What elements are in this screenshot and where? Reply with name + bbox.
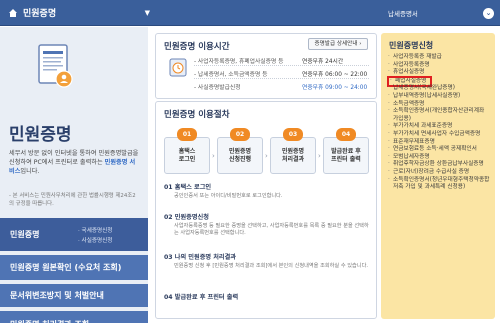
hours-row-time: 연중무휴 24시간 <box>302 59 344 65</box>
service-hours-title: 민원증명 이용시간 <box>164 42 230 52</box>
left-menu-certificate-label: 민원증명 <box>10 230 40 239</box>
procedure-title: 민원증명 이용절차 <box>164 110 230 120</box>
procedure-item: 01 홈택스 로그인 공인인증서 또는 아이디/비밀번호로 로그인합니다. <box>164 182 370 200</box>
service-hours-box: 민원증명 이용시간 증명발급 상세안내 › - 사업자등록증명, 휴폐업사실증명… <box>155 33 377 99</box>
procedure-item: 04 발급완료 후 프린터 출력 <box>164 292 370 303</box>
apply-item[interactable]: 사업자등록증 재발급 <box>387 54 491 62</box>
step-line: 처리결과 <box>281 156 305 163</box>
clock-icon <box>169 58 187 77</box>
apply-panel-title: 민원증명신청 <box>389 41 434 50</box>
left-desc-end: 입니다. <box>20 168 40 175</box>
step-body: 홈택스 로그인 <box>164 137 210 174</box>
top-title-label: 민원증명 <box>23 9 57 19</box>
apply-item[interactable]: 표준재무제표증명 <box>387 139 491 147</box>
left-menu-original-check[interactable]: 민원증명 원본확인 (수요처 조회) <box>0 254 148 280</box>
hours-row-time: 연중무휴 09:00 ~ 24:00 <box>302 85 368 91</box>
step-number: 01 <box>177 128 197 141</box>
apply-item[interactable]: 납세증명서(국세완납증명) <box>387 85 491 93</box>
step-number: 02 <box>230 128 250 141</box>
apply-item[interactable]: 부가가치세 면세사업자 수입금액증명 <box>387 131 491 139</box>
procedure-item: 02 민원증명신청 사업자등록증명 등 필요한 증명을 선택하고, 사업자등록번… <box>164 212 370 237</box>
step-card: 홈택스 로그인 01 <box>164 128 210 174</box>
apply-list: 사업자등록증 재발급 사업자등록증명 휴업사실증명 폐업사실증명 납세증명서(국… <box>386 54 491 192</box>
step-card: 민원증명 처리결과 03 <box>270 128 316 174</box>
apply-item[interactable]: 소득확인증명서(청년우대형주택청약종합저축 가입 및 과세특례 신청용) <box>387 177 491 192</box>
left-menu-result-inquiry[interactable]: 민원증명 처리결과 조회 <box>0 310 148 323</box>
left-title: 민원증명 <box>9 125 72 145</box>
top-right-select[interactable]: 납세증명서 ⌄ <box>388 4 494 22</box>
apply-item[interactable]: 취업후학자금상환 상환금납부사실증명 <box>387 161 491 169</box>
home-icon <box>9 8 17 17</box>
arrow-right-icon: › <box>318 152 321 160</box>
apply-item[interactable]: 부가가치세 과세표준증명 <box>387 123 491 131</box>
step-line: 신청진행 <box>228 156 252 163</box>
left-menu-certificate[interactable]: 민원증명 · 국세증명신청 · 사실증명신청 <box>0 217 148 251</box>
step-number: 04 <box>336 128 356 141</box>
submenu-fact-certificate[interactable]: · 사실증명신청 <box>78 236 112 246</box>
apply-item[interactable]: 연금보험료등 소득·세액 공제확인서 <box>387 146 491 154</box>
procedure-item-desc: 민원증명 신청 후 [민원증명 처리결과 조회]에서 본인의 신청내역을 조회하… <box>174 263 368 269</box>
hours-row: - 납세증명서, 소득금액증명 등 연중무휴 06:00 ~ 22:00 <box>194 69 372 78</box>
step-line: 로그인 <box>178 156 196 163</box>
apply-item[interactable]: 납부내역증명(납세사실증명) <box>387 93 491 101</box>
procedure-item-title: 03 나의 민원증명 처리결과 <box>164 254 236 261</box>
hours-row-name: - 사업자등록증명, 휴폐업사실증명 등 <box>194 59 284 65</box>
hours-row-name: - 사실증명발급신청 <box>194 85 241 91</box>
arrow-right-icon: › <box>212 152 215 160</box>
step-line: 민원증명 <box>228 148 252 155</box>
hours-row: - 사업자등록증명, 휴폐업사실증명 등 연중무휴 24시간 <box>194 56 372 65</box>
left-panel: 민원증명 세무서 방문 없이 인터넷을 통하여 민원증명발급을 신청하여 PC에… <box>0 27 148 323</box>
certificate-document-icon <box>38 44 73 88</box>
step-body: 민원증명 신청진행 <box>217 137 263 174</box>
divider <box>194 65 369 66</box>
step-line: 발급완료 후 <box>331 148 361 155</box>
procedure-item-desc: 공인인증서 또는 아이디/비밀번호로 로그인합니다. <box>174 193 283 199</box>
apply-item[interactable]: 휴업사실증명 <box>387 69 491 77</box>
left-description: 세무서 방문 없이 인터넷을 통하여 민원증명발급을 신청하여 PC에서 프린터… <box>9 149 139 176</box>
step-line: 홈택스 <box>178 148 196 155</box>
procedure-steps: 홈택스 로그인 01 › 민원증명 신청진행 02 › 민원증명 처리결과 03… <box>164 128 370 174</box>
step-card: 발급완료 후 프린터 출력 04 <box>323 128 369 174</box>
arrow-right-icon: › <box>265 152 268 160</box>
hours-row-name: - 납세증명서, 소득금액증명 등 <box>194 72 268 78</box>
procedure-item-title: 02 민원증명신청 <box>164 214 209 221</box>
apply-panel: 민원증명신청 사업자등록증 재발급 사업자등록증명 휴업사실증명 폐업사실증명 … <box>381 33 495 319</box>
top-bar: 민원증명 ▼ 납세증명서 ⌄ <box>0 0 500 26</box>
submenu-tax-certificate[interactable]: · 국세증명신청 <box>78 226 112 236</box>
procedure-item-title: 01 홈택스 로그인 <box>164 184 212 191</box>
step-number: 03 <box>283 128 303 141</box>
step-body: 민원증명 처리결과 <box>270 137 316 174</box>
top-right-label: 납세증명서 <box>388 10 418 18</box>
left-note: - 본 서비스는 민원사무처리에 관한 법률시행령 제24조2의 규정을 따릅니… <box>9 193 136 207</box>
caret-down-icon: ▼ <box>144 9 150 17</box>
procedure-item-desc: 사업자등록증명 등 필요한 증명을 선택하고, 사업자등록번호를 목록 중 필요… <box>174 223 369 236</box>
detail-guide-button[interactable]: 증명발급 상세안내 › <box>308 38 368 50</box>
left-menu-forgery-prevention[interactable]: 문서위변조방지 및 처벌안내 <box>0 283 148 307</box>
procedure-box: 민원증명 이용절차 홈택스 로그인 01 › 민원증명 신청진행 02 › 민원… <box>155 101 377 319</box>
apply-item[interactable]: 근로(자녀)장려금 수급사실 증명 <box>387 169 491 177</box>
step-line: 민원증명 <box>281 148 305 155</box>
chevron-down-icon[interactable]: ⌄ <box>483 8 494 19</box>
step-body: 발급완료 후 프린터 출력 <box>323 137 369 174</box>
step-card: 민원증명 신청진행 02 <box>217 128 263 174</box>
menu-select[interactable]: ▼ <box>92 4 152 22</box>
apply-item[interactable]: 소득확인증명서(개인종합자산관리계좌 가입용) <box>387 108 491 123</box>
top-title: 민원증명 <box>8 6 56 19</box>
procedure-item-title: 04 발급완료 후 프린터 출력 <box>164 294 239 301</box>
hours-row: - 사실증명발급신청 연중무휴 09:00 ~ 24:00 <box>194 82 372 91</box>
hours-row-time: 연중무휴 06:00 ~ 22:00 <box>302 72 368 78</box>
step-line: 프린터 출력 <box>331 156 361 163</box>
left-menu-submenu: · 국세증명신청 · 사실증명신청 <box>78 226 112 246</box>
divider <box>194 78 369 79</box>
procedure-item: 03 나의 민원증명 처리결과 민원증명 신청 후 [민원증명 처리결과 조회]… <box>164 252 370 270</box>
